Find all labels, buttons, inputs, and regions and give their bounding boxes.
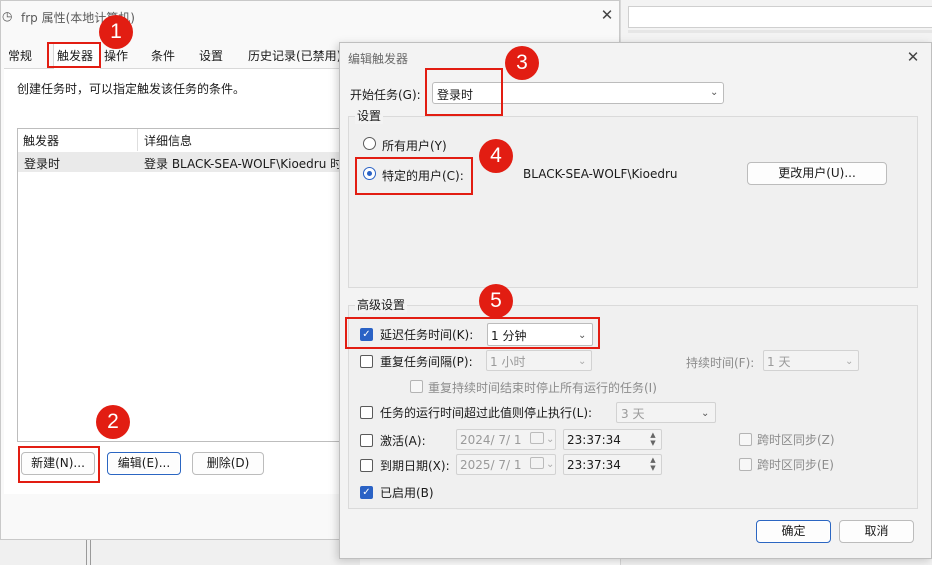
step-badge-5: 5 (479, 284, 513, 318)
expire-sync-label[interactable]: 跨时区同步(E) (757, 456, 834, 473)
cancel-button[interactable]: 取消 (839, 520, 914, 543)
tab-history[interactable]: 历史记录(已禁用) (248, 46, 341, 67)
chevron-down-icon[interactable]: ⌄ (845, 357, 853, 367)
stop-if-longer-value[interactable]: 3 天 (621, 405, 644, 422)
column-separator[interactable] (137, 129, 138, 151)
annotation-highlight-2 (18, 446, 100, 483)
step-badge-4: 4 (479, 139, 513, 173)
annotation-highlight-1 (47, 42, 101, 68)
trigger-table[interactable] (17, 128, 349, 442)
background-divider (90, 540, 91, 565)
edit-dialog-title: 编辑触发器 (348, 52, 409, 66)
step-badge-3: 3 (505, 46, 539, 80)
tab-description: 创建任务时，可以指定触发该任务的条件。 (17, 82, 246, 96)
edit-trigger-button[interactable]: 编辑(E)... (107, 452, 181, 475)
tab-conditions[interactable]: 条件 (151, 46, 175, 67)
background-strip (0, 538, 360, 565)
change-user-button[interactable]: 更改用户(U)... (747, 162, 887, 185)
spinner-icon[interactable]: ▲ ▼ (647, 456, 659, 472)
annotation-highlight-4 (355, 157, 473, 195)
calendar-icon[interactable] (530, 432, 544, 444)
activate-sync-checkbox[interactable] (739, 433, 752, 446)
calendar-icon[interactable] (530, 457, 544, 469)
stop-if-longer-checkbox[interactable] (360, 406, 373, 419)
spinner-icon[interactable]: ▲ ▼ (647, 431, 659, 447)
expire-checkbox[interactable] (360, 459, 373, 472)
chevron-down-icon[interactable]: ⌄ (546, 460, 554, 470)
enabled-checkbox[interactable]: ✓ (360, 486, 373, 499)
step-badge-2: 2 (96, 405, 130, 439)
stop-if-longer-label[interactable]: 任务的运行时间超过此值则停止执行(L): (380, 404, 592, 421)
background-bar (628, 30, 932, 33)
activate-time-value[interactable]: 23:37:34 (567, 433, 621, 447)
all-users-radio[interactable] (363, 137, 376, 150)
tab-settings[interactable]: 设置 (199, 46, 223, 67)
stop-all-checkbox[interactable] (410, 380, 423, 393)
column-header-trigger[interactable]: 触发器 (23, 132, 59, 149)
enabled-label[interactable]: 已启用(B) (380, 484, 434, 501)
user-name: BLACK-SEA-WOLF\Kioedru (523, 167, 678, 181)
advanced-settings-label: 高级设置 (355, 296, 408, 313)
stop-all-label[interactable]: 重复持续时间结束时停止所有运行的任务(I) (428, 379, 657, 396)
repeat-value[interactable]: 1 小时 (490, 353, 525, 370)
row-details-cell[interactable]: 登录 BLACK-SEA-WOLF\Kioedru 时 (144, 155, 344, 172)
activate-sync-label[interactable]: 跨时区同步(Z) (757, 431, 835, 448)
chevron-down-icon[interactable]: ⌄ (710, 88, 718, 98)
repeat-checkbox[interactable] (360, 355, 373, 368)
all-users-label[interactable]: 所有用户(Y) (382, 137, 447, 154)
chevron-down-icon[interactable]: ⌄ (578, 357, 586, 367)
row-trigger-cell[interactable]: 登录时 (24, 155, 60, 172)
close-icon[interactable]: ✕ (904, 48, 922, 66)
ok-button[interactable]: 确定 (756, 520, 831, 543)
clock-icon: ◷ (2, 9, 13, 23)
activate-date-value[interactable]: 2024/ 7/ 1 (460, 433, 522, 447)
step-badge-1: 1 (99, 15, 133, 49)
expire-label[interactable]: 到期日期(X): (380, 457, 450, 474)
activate-label[interactable]: 激活(A): (380, 432, 426, 449)
duration-label: 持续时间(F): (686, 356, 755, 370)
annotation-highlight-3 (425, 68, 503, 116)
delete-trigger-button[interactable]: 删除(D) (192, 452, 264, 475)
background-divider (86, 540, 87, 565)
annotation-highlight-5 (345, 317, 600, 349)
chevron-down-icon[interactable]: ⌄ (546, 435, 554, 445)
tab-general[interactable]: 常规 (8, 46, 32, 67)
chevron-down-icon[interactable]: ⌄ (701, 409, 709, 419)
settings-group-label: 设置 (355, 107, 384, 124)
column-header-details[interactable]: 详细信息 (144, 132, 192, 149)
begin-task-label: 开始任务(G): (350, 88, 421, 102)
tab-actions[interactable]: 操作 (104, 46, 128, 67)
close-icon[interactable]: ✕ (598, 6, 616, 24)
expire-time-value[interactable]: 23:37:34 (567, 458, 621, 472)
activate-checkbox[interactable] (360, 434, 373, 447)
duration-value[interactable]: 1 天 (767, 353, 790, 370)
background-field (628, 6, 932, 28)
expire-date-value[interactable]: 2025/ 7/ 1 (460, 458, 522, 472)
expire-sync-checkbox[interactable] (739, 458, 752, 471)
repeat-label[interactable]: 重复任务间隔(P): (380, 353, 473, 370)
